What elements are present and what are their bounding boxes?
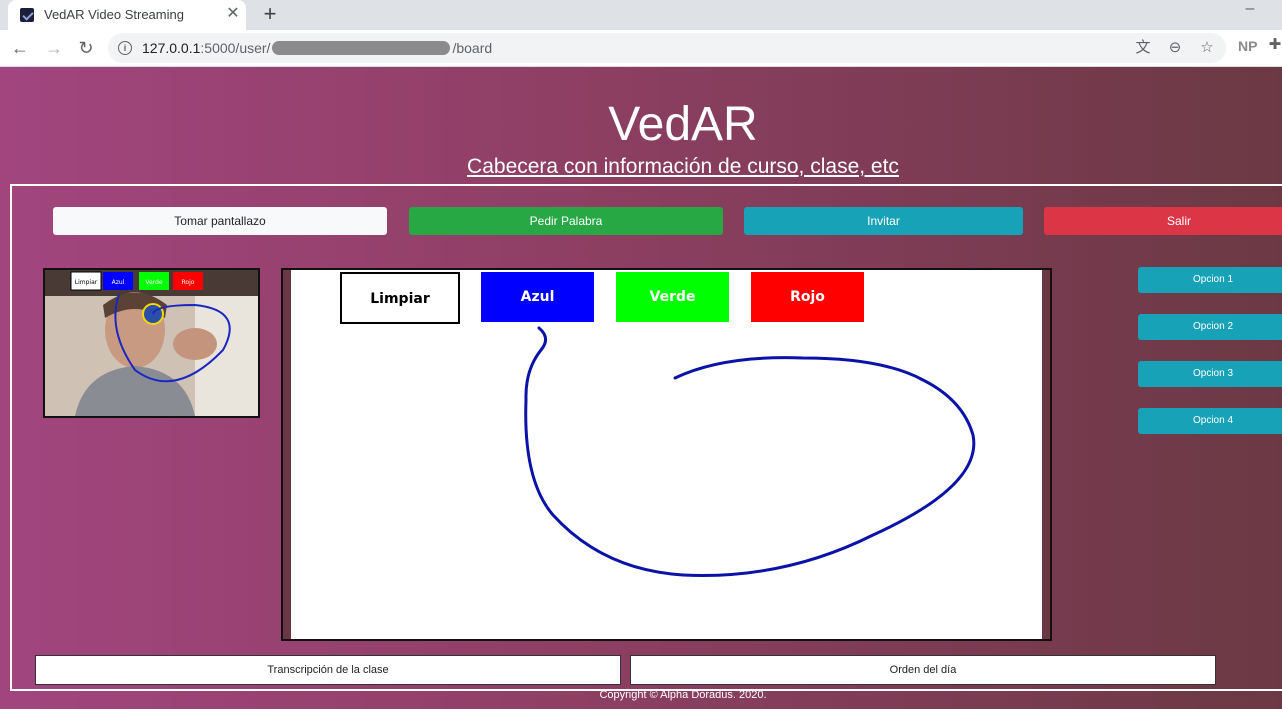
option-3-button[interactable]: Opcion 3 — [1138, 361, 1282, 387]
page-content: VedAR Cabecera con información de curso,… — [0, 67, 1282, 709]
webcam-label-clear: Limpiar — [75, 279, 98, 286]
redacted-url-segment — [272, 41, 451, 55]
webcam-preview: Limpiar Azul Verde Rojo — [43, 268, 260, 418]
url-path-end: /board — [452, 40, 493, 56]
browser-tab[interactable]: VedAR Video Streaming ✕ — [8, 0, 246, 30]
url-text: 127.0.0.1:5000/user/ /board — [142, 40, 492, 56]
close-tab-icon[interactable]: ✕ — [224, 5, 242, 23]
drawn-stroke — [524, 326, 976, 577]
option-2-button[interactable]: Opcion 2 — [1138, 314, 1282, 340]
zoom-icon[interactable]: ⊖ — [1166, 39, 1184, 57]
whiteboard-canvas[interactable]: Limpiar Azul Verde Rojo — [281, 268, 1052, 641]
brand-title: VedAR — [608, 98, 758, 151]
url-host: 127.0.0.1 — [142, 40, 201, 56]
bookmark-star-icon[interactable]: ☆ — [1198, 39, 1216, 57]
new-tab-icon[interactable]: + — [258, 2, 282, 26]
webcam-label-blue: Azul — [112, 279, 125, 286]
raise-hand-button[interactable]: Pedir Palabra — [409, 207, 723, 235]
extensions-puzzle-icon[interactable]: ✚ — [1266, 36, 1282, 54]
address-bar[interactable]: i 127.0.0.1:5000/user/ /board 文 ⊖ ☆ — [108, 33, 1226, 63]
browser-toolbar: ← → ↻ i 127.0.0.1:5000/user/ /board 文 ⊖ ☆… — [0, 30, 1282, 67]
screenshot-button[interactable]: Tomar pantallazo — [53, 207, 387, 235]
site-info-icon[interactable]: i — [118, 41, 132, 55]
option-1-button[interactable]: Opcion 1 — [1138, 267, 1282, 293]
translate-icon[interactable]: 文 — [1134, 39, 1152, 57]
extension-np-icon[interactable]: NP — [1238, 38, 1257, 54]
tab-title: VedAR Video Streaming — [44, 7, 184, 22]
webcam-label-green: Verde — [145, 279, 163, 286]
browser-tab-strip: VedAR Video Streaming ✕ + – — [0, 0, 1282, 30]
exit-button[interactable]: Salir — [1044, 207, 1282, 235]
webcam-feed-image: Limpiar Azul Verde Rojo — [45, 270, 258, 416]
forward-arrow-icon[interactable]: → — [42, 36, 66, 60]
course-header-link[interactable]: Cabecera con información de curso, clase… — [0, 155, 1282, 179]
webcam-label-red: Rojo — [182, 279, 195, 286]
site-favicon-icon — [20, 8, 34, 22]
copyright-footer: Copyright © Alpha Doradus. 2020. — [599, 689, 767, 701]
back-arrow-icon[interactable]: ← — [8, 36, 32, 60]
transcript-panel[interactable]: Transcripción de la clase — [35, 655, 621, 685]
option-4-button[interactable]: Opcion 4 — [1138, 408, 1282, 434]
url-path-start: :5000/user/ — [200, 40, 271, 56]
reload-icon[interactable]: ↻ — [74, 36, 98, 60]
invite-button[interactable]: Invitar — [744, 207, 1023, 235]
minimize-window-icon[interactable]: – — [1240, 0, 1260, 20]
agenda-panel[interactable]: Orden del día — [630, 655, 1216, 685]
